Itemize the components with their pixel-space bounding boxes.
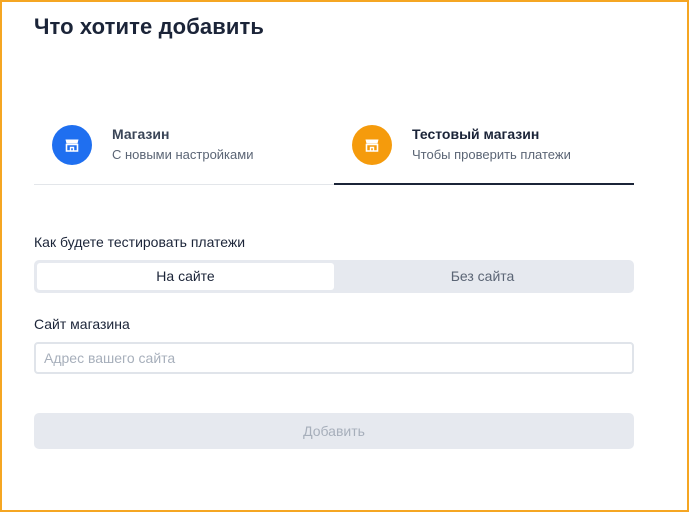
payment-test-label: Как будете тестировать платежи <box>34 234 246 250</box>
site-field-label: Сайт магазина <box>34 316 130 332</box>
tab-test-store-title: Тестовый магазин <box>412 126 540 142</box>
tab-store[interactable]: Магазин С новыми настройками <box>34 114 334 184</box>
page-title: Что хотите добавить <box>34 14 264 39</box>
tab-test-store-subtitle: Чтобы проверить платежи <box>412 147 571 162</box>
option-without-site[interactable]: Без сайта <box>334 263 631 290</box>
site-url-input[interactable] <box>34 342 634 374</box>
tab-store-title: Магазин <box>112 126 170 142</box>
store-icon <box>352 125 392 165</box>
tab-store-subtitle: С новыми настройками <box>112 147 254 162</box>
add-store-dialog: Что хотите добавить Магазин С новыми нас… <box>0 0 689 512</box>
tab-test-store[interactable]: Тестовый магазин Чтобы проверить платежи <box>334 114 634 185</box>
add-button[interactable]: Добавить <box>34 413 634 449</box>
payment-test-switch: На сайте Без сайта <box>34 260 634 293</box>
store-type-tabs: Магазин С новыми настройками Тестовый ма… <box>34 114 634 185</box>
option-on-site[interactable]: На сайте <box>37 263 334 290</box>
store-icon <box>52 125 92 165</box>
